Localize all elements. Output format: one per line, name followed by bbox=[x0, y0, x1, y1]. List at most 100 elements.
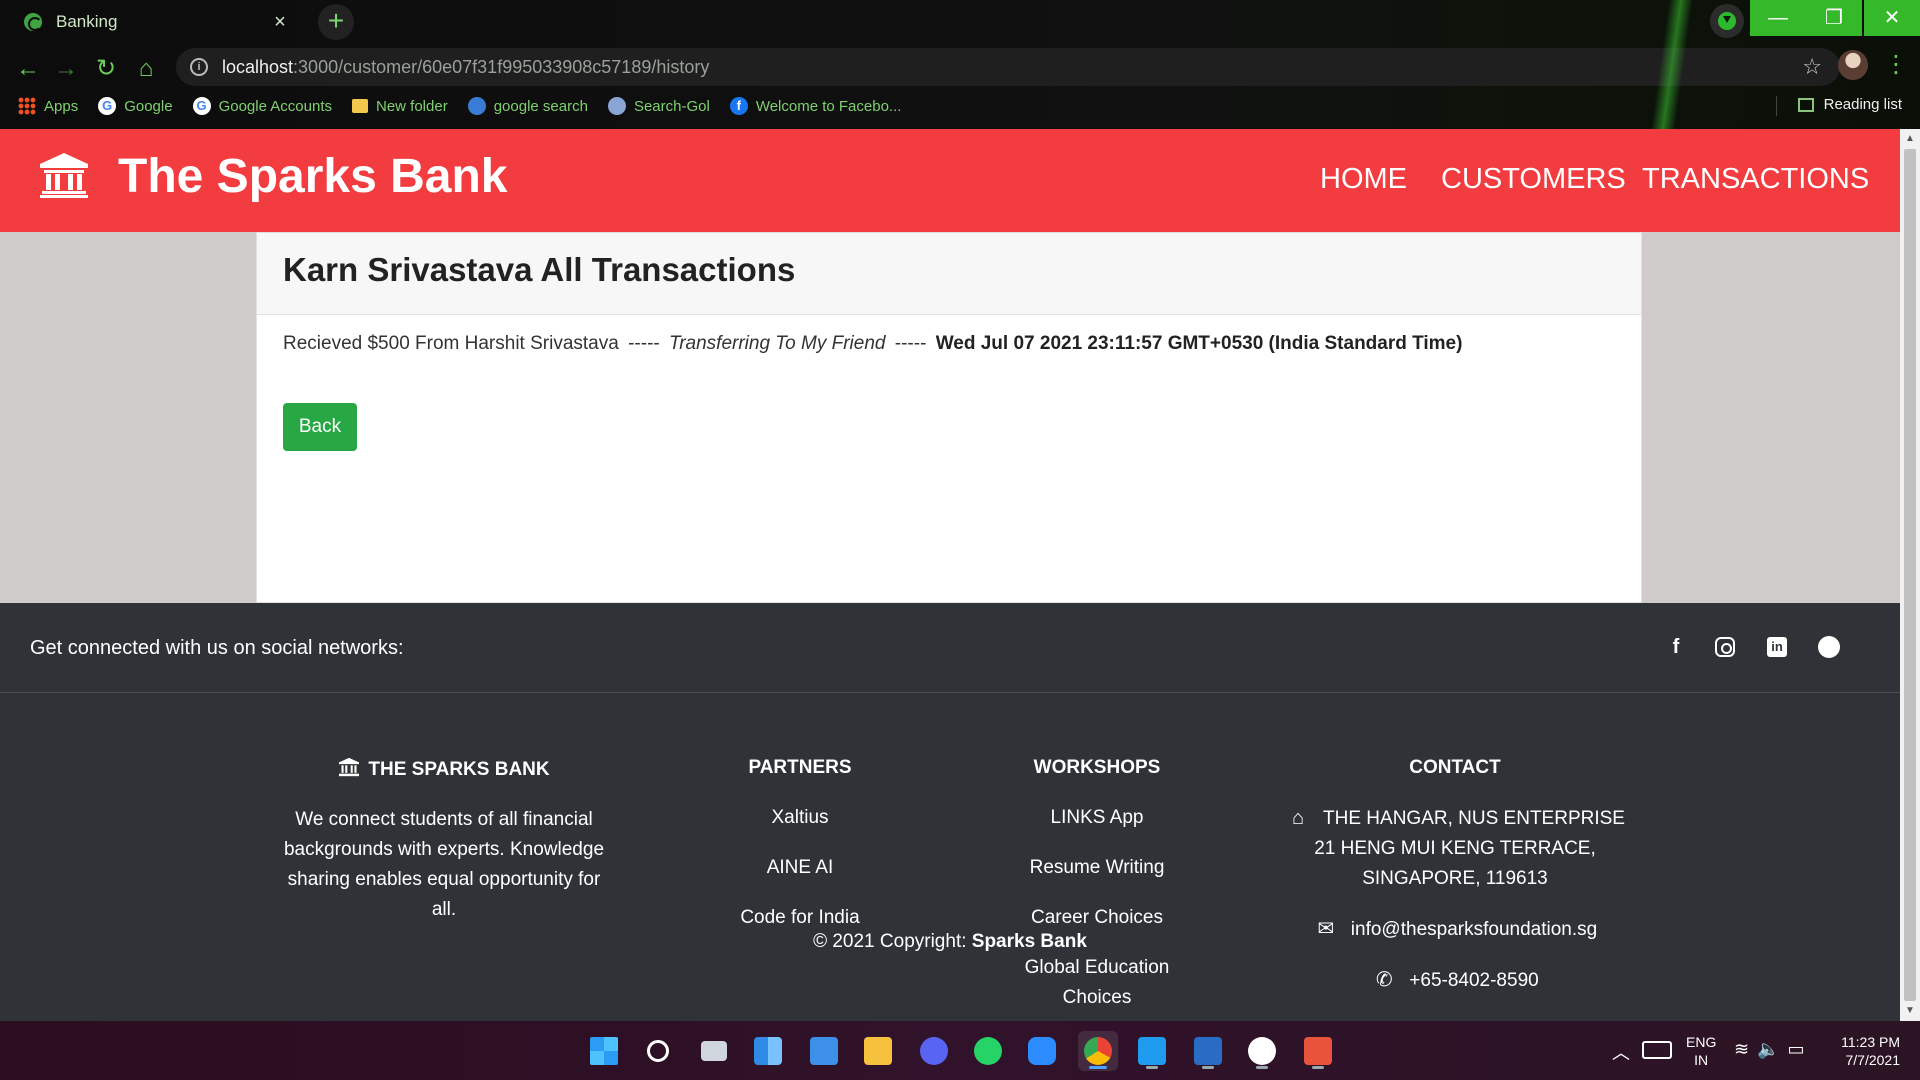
office-icon[interactable] bbox=[1298, 1031, 1338, 1071]
profile-avatar[interactable] bbox=[1838, 50, 1868, 80]
copyright-brand[interactable]: Sparks Bank bbox=[972, 931, 1087, 952]
card-body: Recieved $500 From Harshit Srivastava --… bbox=[257, 315, 1641, 451]
search-gol-icon bbox=[607, 97, 626, 115]
footer-link[interactable]: LINKS App bbox=[993, 803, 1201, 833]
new-tab-button[interactable]: + bbox=[318, 4, 354, 40]
contact-phone: ✆ +65-8402-8590 bbox=[1280, 965, 1630, 996]
footer-link[interactable]: Career Choices bbox=[993, 903, 1201, 933]
transaction-separator: ----- bbox=[628, 333, 660, 354]
tab-favicon-icon bbox=[24, 13, 42, 31]
bookmark-label: google search bbox=[493, 97, 588, 115]
browser-menu-icon[interactable]: ⋮ bbox=[1884, 50, 1908, 79]
reading-list-button[interactable]: Reading list bbox=[1797, 96, 1902, 113]
footer-link[interactable]: Resume Writing bbox=[993, 853, 1201, 883]
forward-arrow-icon[interactable]: → bbox=[48, 52, 84, 86]
tray-chevron-up-icon[interactable]: ︿ bbox=[1612, 1039, 1630, 1080]
footer-partners-column: PARTNERS Xaltius AINE AI Code for India bbox=[700, 757, 900, 953]
address-bar[interactable]: i localhost :3000/customer/60e07f31f9950… bbox=[176, 48, 1840, 86]
card-header: Karn Srivastava All Transactions bbox=[257, 233, 1641, 315]
google-icon: G bbox=[98, 97, 117, 115]
facebook-icon: f bbox=[729, 97, 748, 115]
search-icon[interactable] bbox=[638, 1031, 678, 1071]
tray-status-icons[interactable]: ≋🔈▭ bbox=[1734, 1039, 1813, 1080]
page-title: Karn Srivastava All Transactions bbox=[283, 251, 796, 288]
region-code: IN bbox=[1694, 1052, 1709, 1068]
bookmarks-divider bbox=[1776, 96, 1777, 116]
globe-icon bbox=[467, 97, 486, 115]
nav-transactions-link[interactable]: TRANSACTIONS bbox=[1642, 163, 1869, 196]
chrome-icon[interactable] bbox=[1078, 1031, 1118, 1071]
back-button[interactable]: Back bbox=[283, 403, 357, 451]
footer-bank-text: We connect students of all financial bac… bbox=[283, 809, 605, 920]
footer-link[interactable]: Global Education Choices bbox=[1022, 953, 1172, 1013]
discord-icon[interactable] bbox=[914, 1031, 954, 1071]
page-scrollbar[interactable]: ▲ ▼ bbox=[1900, 129, 1920, 1021]
github-icon[interactable] bbox=[1815, 633, 1843, 661]
keyboard-icon[interactable] bbox=[1642, 1041, 1672, 1059]
facebook-icon[interactable]: f bbox=[1662, 633, 1690, 661]
site-footer: Get connected with us on social networks… bbox=[0, 603, 1900, 1021]
site-info-icon[interactable]: i bbox=[190, 58, 208, 76]
bookmark-star-icon[interactable]: ☆ bbox=[1802, 54, 1822, 80]
scrollbar-thumb[interactable] bbox=[1904, 149, 1916, 1001]
footer-link[interactable]: Xaltius bbox=[700, 803, 900, 833]
clock-time: 11:23 PM bbox=[1841, 1034, 1900, 1050]
folder-icon bbox=[352, 99, 368, 113]
language-indicator[interactable]: ENG IN bbox=[1686, 1033, 1716, 1080]
home-icon[interactable]: ⌂ bbox=[128, 52, 164, 86]
site-brand[interactable]: The Sparks Bank bbox=[118, 149, 507, 204]
nav-home-link[interactable]: HOME bbox=[1320, 163, 1407, 196]
minimize-button[interactable]: — bbox=[1750, 0, 1806, 36]
footer-contact-heading: CONTACT bbox=[1409, 757, 1501, 778]
footer-workshops-column: WORKSHOPS LINKS App Resume Writing Caree… bbox=[993, 757, 1201, 1021]
battery-icon[interactable]: ▭ bbox=[1788, 1039, 1813, 1059]
instagram-icon[interactable] bbox=[1711, 633, 1739, 661]
browser-tab[interactable]: Banking × bbox=[8, 4, 308, 40]
scroll-up-icon[interactable]: ▲ bbox=[1904, 133, 1916, 145]
footer-link[interactable]: Code for India bbox=[700, 903, 900, 933]
system-clock[interactable]: 11:23 PM 7/7/2021 bbox=[1836, 1033, 1900, 1080]
file-explorer-icon[interactable] bbox=[858, 1031, 898, 1071]
vscode-icon[interactable] bbox=[1132, 1031, 1172, 1071]
transaction-history-card: Karn Srivastava All Transactions Recieve… bbox=[256, 232, 1642, 603]
page-viewport: The Sparks Bank HOME CUSTOMERS TRANSACTI… bbox=[0, 129, 1900, 1021]
contact-address: ⌂ THE HANGAR, NUS ENTERPRISE 21 HENG MUI … bbox=[1280, 803, 1630, 894]
extension-icon[interactable] bbox=[1710, 4, 1744, 38]
linkedin-icon[interactable]: in bbox=[1763, 633, 1791, 661]
social-row: Get connected with us on social networks… bbox=[0, 603, 1900, 693]
bookmark-google-accounts[interactable]: G Google Accounts bbox=[192, 97, 332, 115]
mongodb-compass-icon[interactable] bbox=[1242, 1031, 1282, 1071]
maximize-button[interactable]: ❐ bbox=[1806, 0, 1862, 36]
whatsapp-icon[interactable] bbox=[968, 1031, 1008, 1071]
windows-start-icon[interactable] bbox=[584, 1031, 624, 1071]
wifi-icon[interactable]: ≋ bbox=[1734, 1039, 1757, 1059]
bookmark-facebook[interactable]: f Welcome to Facebo... bbox=[729, 97, 901, 115]
task-view-icon[interactable] bbox=[694, 1031, 734, 1071]
bookmark-new-folder[interactable]: New folder bbox=[352, 98, 448, 115]
bank-icon bbox=[40, 153, 88, 198]
volume-icon[interactable]: 🔈 bbox=[1757, 1039, 1787, 1059]
bookmark-label: New folder bbox=[376, 97, 448, 115]
bookmark-search-gol[interactable]: Search-Gol bbox=[607, 97, 710, 115]
bookmark-google[interactable]: G Google bbox=[98, 97, 173, 115]
powershell-icon[interactable] bbox=[1188, 1031, 1228, 1071]
footer-bank-heading-text: THE SPARKS BANK bbox=[368, 759, 550, 780]
tab-close-icon[interactable]: × bbox=[268, 11, 292, 34]
social-text: Get connected with us on social networks… bbox=[30, 637, 404, 659]
scroll-down-icon[interactable]: ▼ bbox=[1904, 1005, 1916, 1017]
bookmark-label: Google Accounts bbox=[218, 97, 332, 115]
reload-icon[interactable]: ↻ bbox=[88, 52, 124, 86]
transaction-summary: Recieved $500 From Harshit Srivastava bbox=[283, 333, 619, 354]
reading-list-label: Reading list bbox=[1823, 96, 1902, 113]
widgets-icon[interactable] bbox=[748, 1031, 788, 1071]
home-icon: ⌂ bbox=[1291, 807, 1305, 829]
nav-customers-link[interactable]: CUSTOMERS bbox=[1441, 163, 1626, 196]
close-window-button[interactable]: ✕ bbox=[1864, 0, 1920, 36]
back-arrow-icon[interactable]: ← bbox=[10, 52, 46, 86]
zoom-icon[interactable] bbox=[1022, 1031, 1062, 1071]
bookmark-google-search[interactable]: google search bbox=[467, 97, 588, 115]
mail-icon[interactable] bbox=[804, 1031, 844, 1071]
footer-link[interactable]: AINE AI bbox=[700, 853, 900, 883]
bookmark-apps[interactable]: Apps bbox=[18, 97, 78, 115]
copyright: © 2021 Copyright: Sparks Bank bbox=[0, 931, 1900, 953]
